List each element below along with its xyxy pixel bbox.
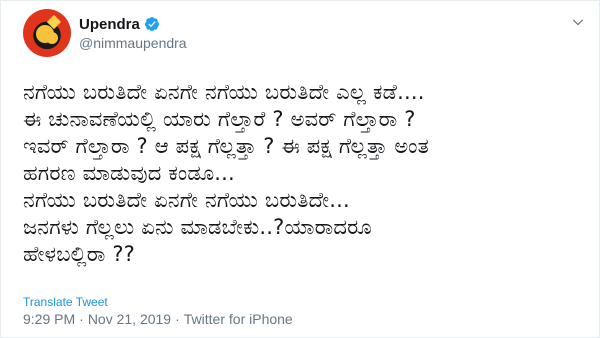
tweet-source-link[interactable]: Twitter for iPhone <box>184 311 293 327</box>
tweet-meta: 9:29 PM · Nov 21, 2019 · Twitter for iPh… <box>23 311 293 327</box>
tweet-text-line: ಹಗರಣ ಮಾಡುವುದ ಕಂಡೂ... <box>23 161 235 185</box>
tweet-text-line: ನಗೆಯು ಬರುತಿದೇ ಏನಗೇ ನಗೆಯು ಬರುತಿದೇ... <box>23 188 350 212</box>
tweet-date[interactable]: Nov 21, 2019 <box>88 311 171 327</box>
user-avatar[interactable] <box>23 9 71 57</box>
tweet-text-line: ನಗೆಯು ಬರುತಿದೇ ಏನಗೇ ನಗೆಯು ಬರುತಿದೇ ಎಲ್ಲ ಕಡ… <box>23 80 425 104</box>
tweet-time[interactable]: 9:29 PM <box>23 311 75 327</box>
tweet-text-line: ಈ ಚುನಾವಣೆಯಲ್ಲಿ ಯಾರು ಗೆಲ್ತಾರೆ ? ಅವರ್ ಗೆಲ್… <box>23 107 416 131</box>
name-row: Upendra <box>79 16 187 33</box>
meta-separator: · <box>79 311 84 327</box>
user-handle[interactable]: @nimmaupendra <box>79 35 187 51</box>
translate-tweet-link[interactable]: Translate Tweet <box>23 295 108 309</box>
verified-badge-icon <box>144 17 159 31</box>
chevron-down-icon[interactable] <box>571 15 585 29</box>
tweet-text-line: ಹೇಳಬಲ್ಲಿರಾ ?? <box>23 242 136 266</box>
user-names: Upendra @nimmaupendra <box>79 16 187 51</box>
tweet-card: Upendra @nimmaupendra ನಗೆಯು ಬರುತಿದೇ ಏನಗೇ… <box>0 0 600 338</box>
tweet-text: ನಗೆಯು ಬರುತಿದೇ ಏನಗೇ ನಗೆಯು ಬರುತಿದೇ ಎಲ್ಲ ಕಡ… <box>23 79 583 268</box>
tweet-text-line: ಇವರ್ ಗೆಲ್ತಾರಾ ? ಆ ಪಕ್ಷ ಗೆಲ್ಲತ್ತಾ ? ಈ ಪಕ್… <box>23 134 429 158</box>
display-name[interactable]: Upendra <box>79 16 140 33</box>
meta-separator: · <box>175 311 180 327</box>
tweet-text-line: ಜನಗಳು ಗೆಲ್ಲಲು ಏನು ಮಾಡಬೇಕು..?ಯಾರಾದರೂ <box>23 215 372 239</box>
tweet-header: Upendra @nimmaupendra <box>23 7 187 59</box>
